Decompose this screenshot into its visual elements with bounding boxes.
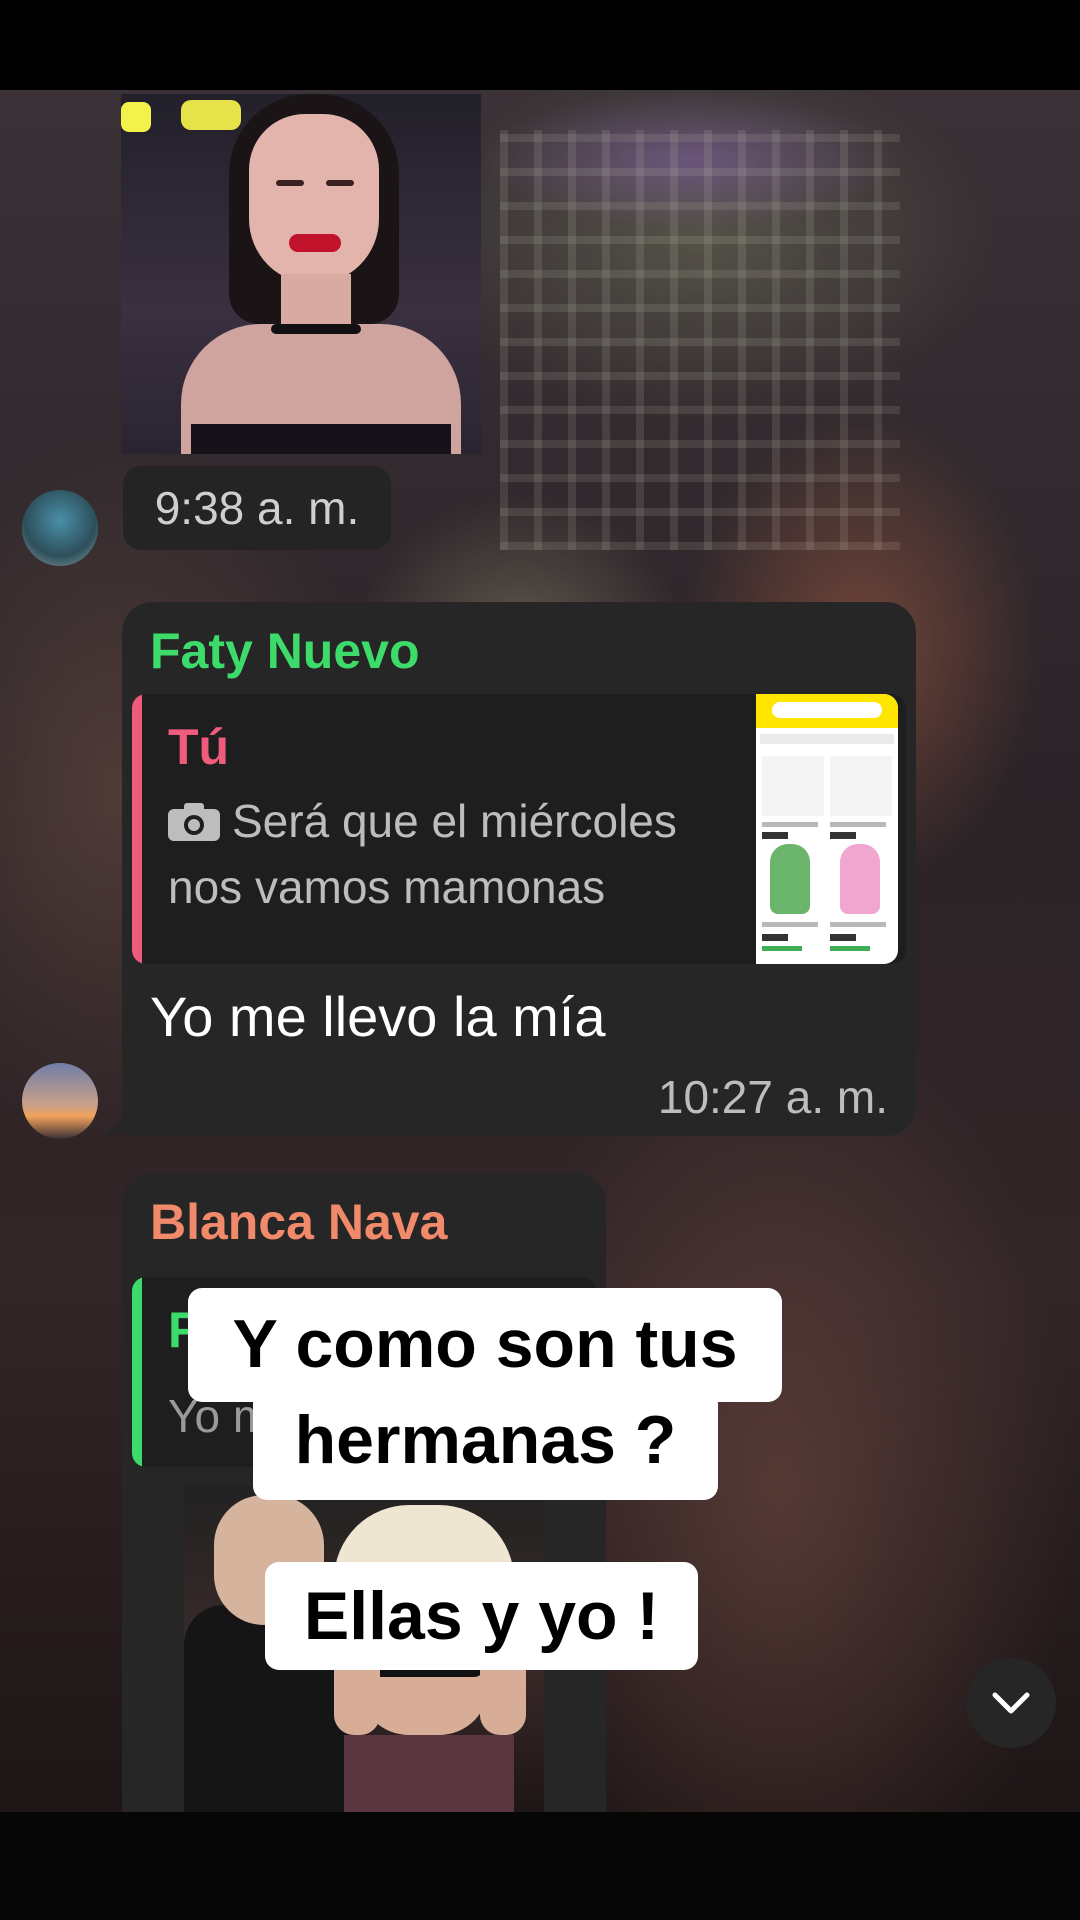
overlay-caption: Ellas y yo ! [265,1562,698,1670]
sticker-light [121,102,151,132]
quoted-image-thumbnail [756,694,898,964]
thumb-price [762,832,788,839]
quoted-author: Tú [168,719,230,775]
thumb-search [772,702,882,718]
sticker-dress [191,424,451,454]
overlay-caption: Y como son tus [188,1288,782,1402]
thumb-product-axolotl [840,844,880,914]
thumb-shipping [830,946,870,951]
thumb-price [830,832,856,839]
sticker-eye [276,180,304,186]
thumb-text [830,822,886,827]
sticker-face [249,114,379,284]
thumb-text [762,822,818,827]
sender-name[interactable]: Blanca Nava [150,1193,447,1251]
quoted-text: Será que el miércoles nos vamos mamonas [168,788,728,920]
camera-icon [168,803,220,841]
sticker-message[interactable] [121,94,481,454]
wallpaper-lattice [500,130,900,550]
message-bubble[interactable]: Faty Nuevo Tú Será que el miércoles nos v… [122,602,916,1136]
sticker-lips [289,234,341,252]
thumb-text [762,922,818,927]
navigation-bar [0,1812,1080,1920]
sticker-eye [326,180,354,186]
thumb-card [830,756,892,816]
sticker-light [181,100,241,130]
quoted-message[interactable]: Tú Será que el miércoles nos vamos mamona… [132,694,906,964]
overlay-caption: hermanas ? [253,1390,718,1500]
thumb-price [762,934,788,941]
thumb-price [830,934,856,941]
quoted-text-line2: nos vamos mamonas [168,861,606,913]
thumb-filter-row [760,734,894,744]
sender-name[interactable]: Faty Nuevo [150,622,420,680]
quote-bar [132,694,142,964]
avatar[interactable] [22,1063,98,1139]
message-timestamp: 10:27 a. m. [657,1071,888,1123]
message-text: Yo me llevo la mía [150,985,606,1048]
thumb-shipping [762,946,802,951]
thumb-card [762,756,824,816]
thumb-text [830,922,886,927]
sticker-choker [271,324,361,334]
chevron-down-icon [992,1692,1030,1714]
thumb-product-frog [770,844,810,914]
quote-bar [132,1277,142,1467]
avatar[interactable] [22,490,98,566]
message-timestamp: 9:38 a. m. [123,466,391,550]
status-bar [0,0,1080,90]
message-bubble[interactable]: Blanca Nava F Yo m [122,1173,606,1833]
quoted-text-line1: Será que el miércoles [232,795,677,847]
scroll-to-bottom-button[interactable] [966,1658,1056,1748]
